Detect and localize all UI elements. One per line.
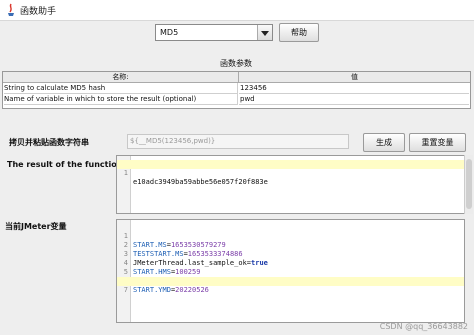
result-value: e10adc3949ba59abbe56e057f20f883e (133, 178, 268, 186)
column-header-value[interactable]: 值 (239, 72, 470, 83)
function-select-value: MD5 (160, 28, 179, 37)
title-bar: 函数助手 (0, 0, 474, 21)
variable-name: START.YMD (133, 286, 171, 294)
variable-line: 3 JMeterThread.last_sample_ok=true (117, 241, 464, 267)
scrollbar-thumb[interactable] (466, 159, 472, 209)
result-line: 1 e10adc3949ba59abbe56e057f20f883e (117, 160, 464, 186)
variables-label: 当前JMeter变量 (5, 222, 67, 231)
variable-line-current: 7 (117, 277, 464, 294)
window-title: 函数助手 (20, 7, 57, 17)
param-value-cell[interactable]: 123456 (239, 83, 469, 94)
line-number: 1 (123, 169, 128, 177)
variable-line: 5 pwd=e10adc3949ba59abbe56e057f20f883e (117, 259, 464, 285)
result-scrollbar[interactable] (464, 155, 473, 214)
line-number: 7 (123, 286, 128, 294)
watermark: CSDN @qq_36643882 (379, 322, 468, 331)
params-section-title: 函数参数 (220, 59, 252, 68)
column-header-name[interactable]: 名称: (3, 72, 239, 83)
variable-line: 6 START.YMD=20220526 (117, 268, 464, 294)
function-string-field[interactable]: ${__MD5(123456,pwd)} (127, 134, 349, 149)
function-select[interactable]: MD5 (155, 24, 273, 41)
java-cup-icon (8, 3, 14, 16)
copy-label: 拷贝并粘贴函数字符串 (9, 138, 89, 147)
result-editor[interactable]: 1 e10adc3949ba59abbe56e057f20f883e (116, 155, 465, 214)
param-name-cell[interactable]: String to calculate MD5 hash (4, 83, 238, 94)
variable-value: 20220526 (175, 286, 209, 294)
variables-editor[interactable]: 1 START.MS=1653530579279 2 TESTSTART.MS=… (116, 219, 465, 323)
generate-button[interactable]: 生成 (363, 133, 405, 152)
variable-line: 4 START.HMS=100259 (117, 250, 464, 276)
help-button[interactable]: 帮助 (279, 23, 319, 42)
variable-line: 2 TESTSTART.MS=1653533374886 (117, 232, 464, 258)
param-name-cell[interactable]: Name of variable in which to store the r… (4, 94, 238, 105)
reset-variables-button[interactable]: 重置变量 (409, 133, 466, 152)
params-table: 名称: 值 String to calculate MD5 hash 12345… (2, 71, 471, 109)
result-label: The result of the function is (7, 160, 133, 169)
chevron-down-icon[interactable] (257, 25, 272, 40)
variable-line: 1 START.MS=1653530579279 (117, 223, 464, 249)
param-value-cell[interactable]: pwd (239, 94, 469, 105)
